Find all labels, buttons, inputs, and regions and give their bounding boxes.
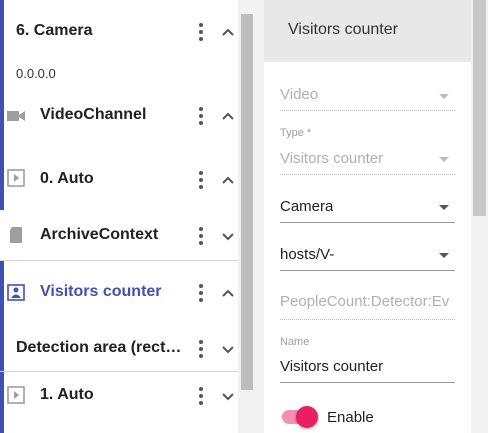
tree-item-label: Visitors counter — [40, 283, 162, 300]
chevron-down-icon[interactable] — [218, 226, 238, 246]
chevron-up-icon[interactable] — [218, 106, 238, 126]
tree-item-label: ArchiveContext — [40, 226, 159, 243]
tree-scrollbar-thumb[interactable] — [241, 14, 253, 390]
play-box-icon — [7, 386, 25, 404]
field-underline — [280, 270, 455, 271]
tree-item-auto-0[interactable]: 0. Auto — [0, 140, 238, 210]
chevron-down-icon[interactable] — [218, 339, 238, 359]
tree-item-auto-1[interactable]: 1. Auto — [0, 372, 238, 433]
more-vert-icon[interactable] — [196, 22, 206, 42]
event-source-field: PeopleCount:Detector:Ev — [280, 293, 450, 310]
dropdown-arrow-icon[interactable] — [439, 253, 449, 258]
properties-form: Video Type * Visitors counter Camera hos… — [264, 62, 471, 433]
more-vert-icon[interactable] — [196, 106, 206, 126]
enable-toggle-thumb[interactable] — [296, 406, 318, 428]
field-underline — [280, 110, 455, 111]
person-in-area-icon — [7, 284, 25, 301]
more-vert-icon[interactable] — [196, 170, 206, 190]
type-select: Visitors counter — [280, 150, 384, 167]
properties-scrollbar-thumb[interactable] — [473, 0, 486, 216]
properties-panel: Visitors counter Video Type * Visitors c… — [264, 0, 488, 433]
tree-item-label: VideoChannel — [40, 106, 147, 123]
chevron-up-icon[interactable] — [218, 22, 238, 42]
more-vert-icon[interactable] — [196, 339, 206, 359]
tree-item-label: 6. Camera — [16, 22, 93, 39]
page-title: Visitors counter — [288, 21, 398, 38]
field-underline — [280, 174, 455, 175]
field-underline — [280, 222, 455, 223]
more-vert-icon[interactable] — [196, 386, 206, 406]
camera-select[interactable]: Camera — [280, 198, 333, 215]
properties-header: Visitors counter — [264, 0, 471, 62]
chevron-down-icon[interactable] — [218, 386, 238, 406]
sd-card-icon — [10, 227, 22, 243]
tree-item-videochannel[interactable]: VideoChannel — [0, 90, 238, 140]
name-label: Name — [280, 336, 310, 348]
camera-address: 0.0.0.0 — [16, 66, 56, 81]
chevron-up-icon[interactable] — [218, 283, 238, 303]
field-underline — [280, 319, 455, 320]
tree-item-visitors-counter[interactable]: Visitors counter Detection area (rect… — [0, 261, 238, 371]
dropdown-arrow-icon — [439, 94, 449, 99]
dropdown-arrow-icon — [439, 157, 449, 162]
videocam-icon — [7, 111, 25, 121]
object-tree-panel: 6. Camera 0.0.0.0 VideoChannel 0. Auto A… — [0, 0, 256, 433]
tree-item-label: 1. Auto — [40, 386, 94, 403]
more-vert-icon[interactable] — [196, 283, 206, 303]
tree-item-label: 0. Auto — [40, 170, 94, 187]
enable-label: Enable — [327, 409, 374, 426]
tree-item-camera[interactable]: 6. Camera 0.0.0.0 — [0, 0, 238, 90]
chevron-up-icon[interactable] — [218, 170, 238, 190]
field-underline — [280, 382, 455, 383]
host-select[interactable]: hosts/V- — [280, 246, 334, 263]
play-box-icon — [7, 169, 25, 187]
dropdown-arrow-icon[interactable] — [439, 205, 449, 210]
more-vert-icon[interactable] — [196, 226, 206, 246]
tree-scrollbar[interactable] — [241, 0, 253, 392]
video-select: Video — [280, 86, 319, 103]
tree-item-detection-area-label[interactable]: Detection area (rect… — [16, 339, 188, 357]
properties-scrollbar[interactable] — [473, 0, 486, 433]
type-label: Type * — [280, 127, 312, 139]
tree-item-archivecontext[interactable]: ArchiveContext — [0, 210, 238, 260]
name-input[interactable]: Visitors counter — [280, 358, 383, 375]
